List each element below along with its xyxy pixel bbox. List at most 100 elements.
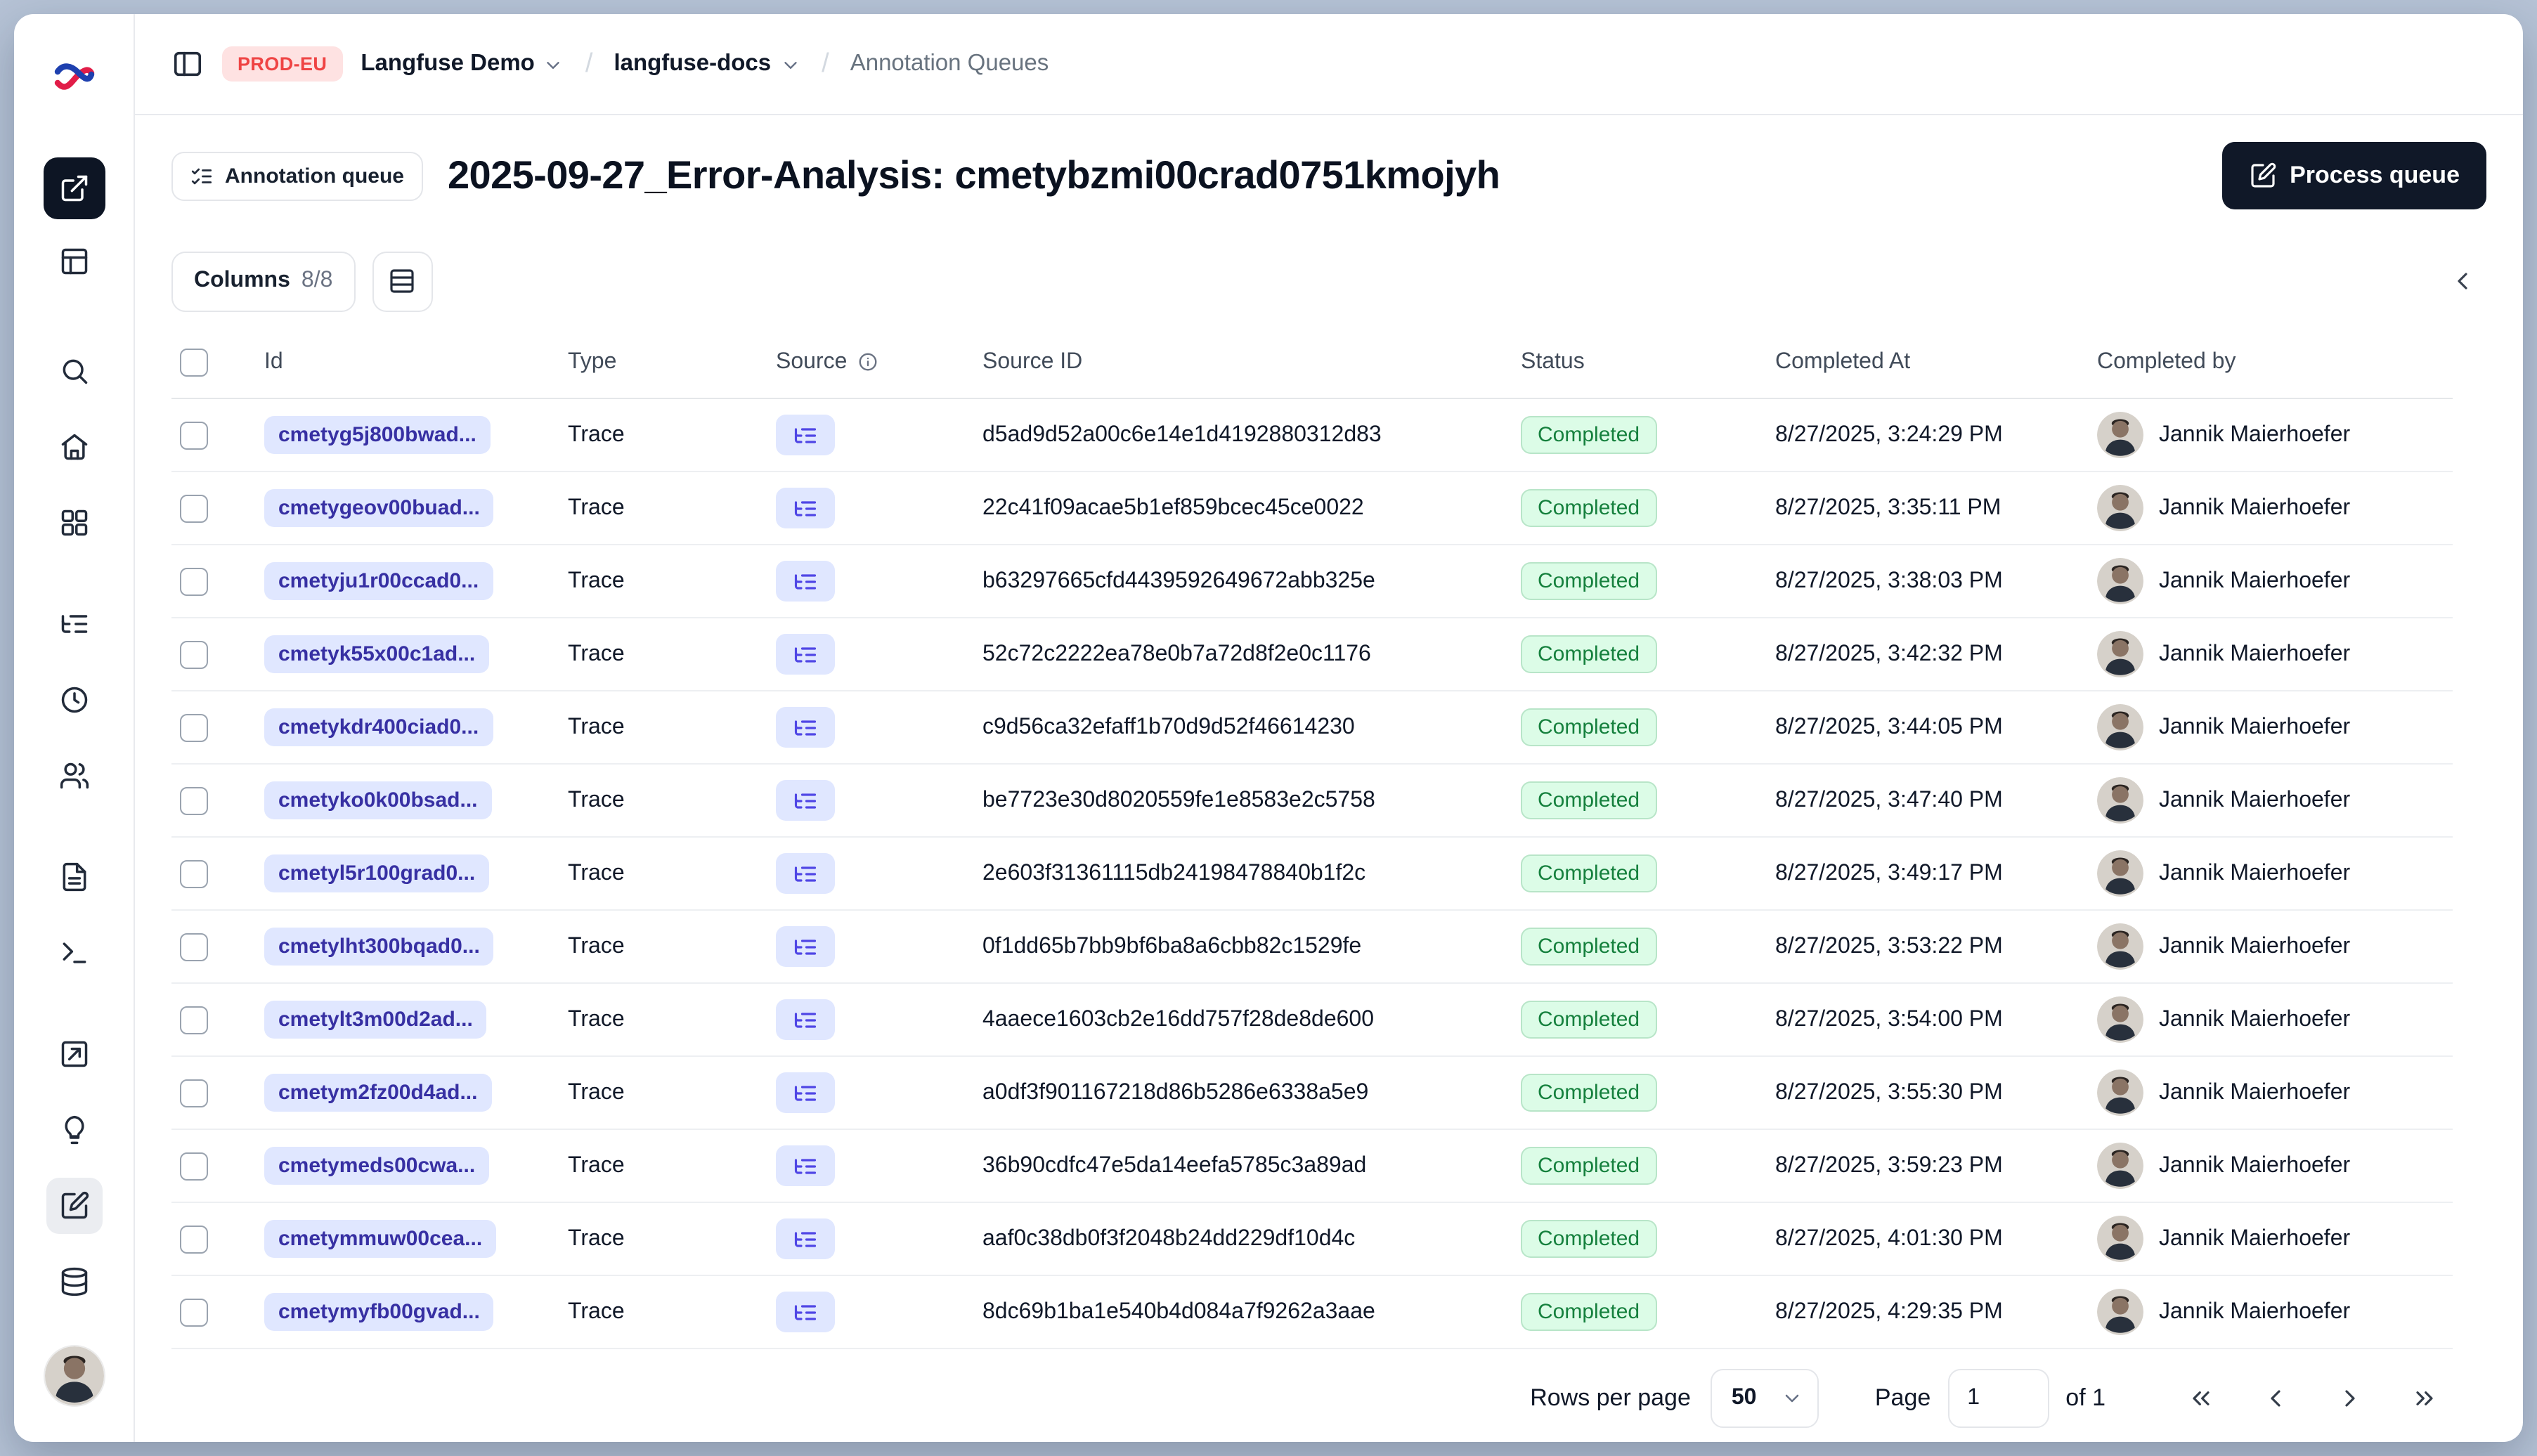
row-checkbox[interactable] [180, 494, 208, 522]
queue-item-id-badge[interactable]: cmetylht300bqad0... [264, 928, 494, 966]
queue-item-completed-at: 8/27/2025, 3:38:03 PM [1775, 568, 2003, 592]
row-checkbox[interactable] [180, 421, 208, 449]
columns-button[interactable]: Columns 8/8 [171, 251, 356, 311]
trace-source-button[interactable] [776, 634, 835, 675]
trace-source-button[interactable] [776, 780, 835, 821]
list-tree-icon [794, 646, 817, 662]
prompts-icon[interactable] [46, 849, 102, 905]
queue-item-completed-at: 8/27/2025, 3:49:17 PM [1775, 861, 2003, 885]
chevron-down-icon [784, 62, 796, 69]
queue-item-source-id: be7723e30d8020559fe1e8583e2c5758 [982, 788, 1375, 812]
queue-item-id-badge[interactable]: cmetyko0k00bsad... [264, 781, 492, 819]
row-checkbox[interactable] [180, 859, 208, 888]
queue-item-id-badge[interactable]: cmetymyfb00gvad... [264, 1293, 494, 1331]
row-height-button[interactable] [372, 251, 433, 311]
page-title: 2025-09-27_Error-Analysis: cmetybzmi00cr… [448, 153, 1500, 197]
queue-item-id-badge[interactable]: cmetygeov00buad... [264, 489, 494, 527]
queue-item-type: Trace [568, 495, 625, 519]
table-row: cmetyko0k00bsad... Trace be7723e30d80205… [171, 765, 2453, 838]
org-switcher[interactable]: Langfuse Demo [361, 51, 564, 77]
collapse-panel-button[interactable] [2439, 257, 2486, 305]
insights-lightbulb-icon[interactable] [46, 1102, 102, 1158]
row-checkbox[interactable] [180, 713, 208, 741]
queue-item-id-badge[interactable]: cmetymmuw00cea... [264, 1220, 497, 1258]
home-icon[interactable] [46, 419, 102, 475]
queue-item-type: Trace [568, 1299, 625, 1323]
trace-source-button[interactable] [776, 853, 835, 894]
queue-item-id-badge[interactable]: cmetyg5j800bwad... [264, 416, 491, 454]
main-area: PROD-EU Langfuse Demo / langfuse-docs / … [135, 14, 2523, 1442]
queue-item-id-badge[interactable]: cmetylt3m00d2ad... [264, 1001, 487, 1039]
row-checkbox[interactable] [180, 640, 208, 668]
queue-item-source-id: c9d56ca32efaff1b70d9d52f46614230 [982, 715, 1355, 739]
page-number-input[interactable] [1947, 1369, 2049, 1428]
process-queue-button[interactable]: Process queue [2222, 142, 2486, 209]
queue-item-id-badge[interactable]: cmetyl5r100grad0... [264, 854, 490, 892]
users-icon[interactable] [46, 748, 102, 804]
rows-per-page-label: Rows per page [1530, 1384, 1691, 1411]
row-checkbox[interactable] [180, 1225, 208, 1253]
open-external-button[interactable] [43, 157, 105, 219]
queue-item-source-id: a0df3f901167218d86b5286e6338a5e9 [982, 1080, 1369, 1104]
annotation-queue-table: Id Type Source Source ID Status Complete… [135, 326, 2523, 1355]
previous-page-button[interactable] [2247, 1370, 2304, 1426]
queue-item-completed-at: 8/27/2025, 3:24:29 PM [1775, 422, 2003, 446]
environment-badge: PROD-EU [222, 46, 343, 82]
trace-source-button[interactable] [776, 707, 835, 748]
queue-item-id-badge[interactable]: cmetyk55x00c1ad... [264, 635, 490, 673]
queue-item-id-badge[interactable]: cmetym2fz00d4ad... [264, 1074, 492, 1112]
source-info-icon[interactable] [857, 351, 878, 372]
list-tree-icon [794, 1231, 817, 1247]
last-page-button[interactable] [2396, 1370, 2453, 1426]
status-badge: Completed [1521, 1220, 1657, 1258]
trace-source-button[interactable] [776, 1072, 835, 1113]
sidebar-toggle-icon[interactable] [171, 48, 204, 80]
dashboard-icon[interactable] [46, 495, 102, 551]
breadcrumb-bar: PROD-EU Langfuse Demo / langfuse-docs / … [135, 14, 2523, 115]
trace-source-button[interactable] [776, 1218, 835, 1259]
search-icon[interactable] [46, 343, 102, 399]
row-checkbox[interactable] [180, 1079, 208, 1107]
row-checkbox[interactable] [180, 786, 208, 814]
trace-source-button[interactable] [776, 1145, 835, 1186]
chevron-down-icon [1785, 1394, 1799, 1403]
trace-source-button[interactable] [776, 926, 835, 967]
rows-per-page-select[interactable]: 50 [1710, 1369, 1819, 1428]
column-header-completed-at: Completed At [1775, 349, 1911, 373]
sessions-clock-icon[interactable] [46, 672, 102, 728]
status-badge: Completed [1521, 489, 1657, 527]
project-switcher[interactable]: langfuse-docs [614, 51, 800, 77]
user-avatar[interactable] [44, 1346, 103, 1405]
row-checkbox[interactable] [180, 932, 208, 961]
next-page-button[interactable] [2322, 1370, 2378, 1426]
table-row: cmetylht300bqad0... Trace 0f1dd65b7bb9bf… [171, 911, 2453, 984]
row-checkbox[interactable] [180, 1298, 208, 1326]
queue-item-id-badge[interactable]: cmetykdr400ciad0... [264, 708, 493, 746]
trace-source-button[interactable] [776, 1292, 835, 1332]
select-all-checkbox[interactable] [180, 348, 208, 376]
row-checkbox[interactable] [180, 567, 208, 595]
list-tree-icon [794, 427, 817, 443]
trace-source-button[interactable] [776, 999, 835, 1040]
queue-item-id-badge[interactable]: cmetyju1r00ccad0... [264, 562, 493, 600]
list-tree-icon [794, 1158, 817, 1174]
list-tree-icon [794, 866, 817, 881]
row-checkbox[interactable] [180, 1006, 208, 1034]
project-name: langfuse-docs [614, 51, 772, 76]
trace-source-button[interactable] [776, 415, 835, 455]
row-checkbox[interactable] [180, 1152, 208, 1180]
queue-item-id-badge[interactable]: cmetymeds00cwa... [264, 1147, 490, 1185]
first-page-button[interactable] [2173, 1370, 2229, 1426]
annotation-queues-icon[interactable] [46, 1178, 102, 1234]
datasets-database-icon[interactable] [46, 1254, 102, 1310]
langfuse-logo[interactable] [51, 53, 96, 98]
trace-source-button[interactable] [776, 561, 835, 602]
trace-source-button[interactable] [776, 488, 835, 528]
evaluation-icon[interactable] [46, 1026, 102, 1082]
table-view-icon[interactable] [46, 233, 102, 290]
queue-item-completed-by: Jannik Maierhoefer [2159, 861, 2351, 885]
tracing-icon[interactable] [46, 596, 102, 652]
queue-item-completed-at: 8/27/2025, 3:54:00 PM [1775, 1007, 2003, 1031]
playground-terminal-icon[interactable] [46, 925, 102, 981]
column-header-id: Id [264, 349, 283, 373]
